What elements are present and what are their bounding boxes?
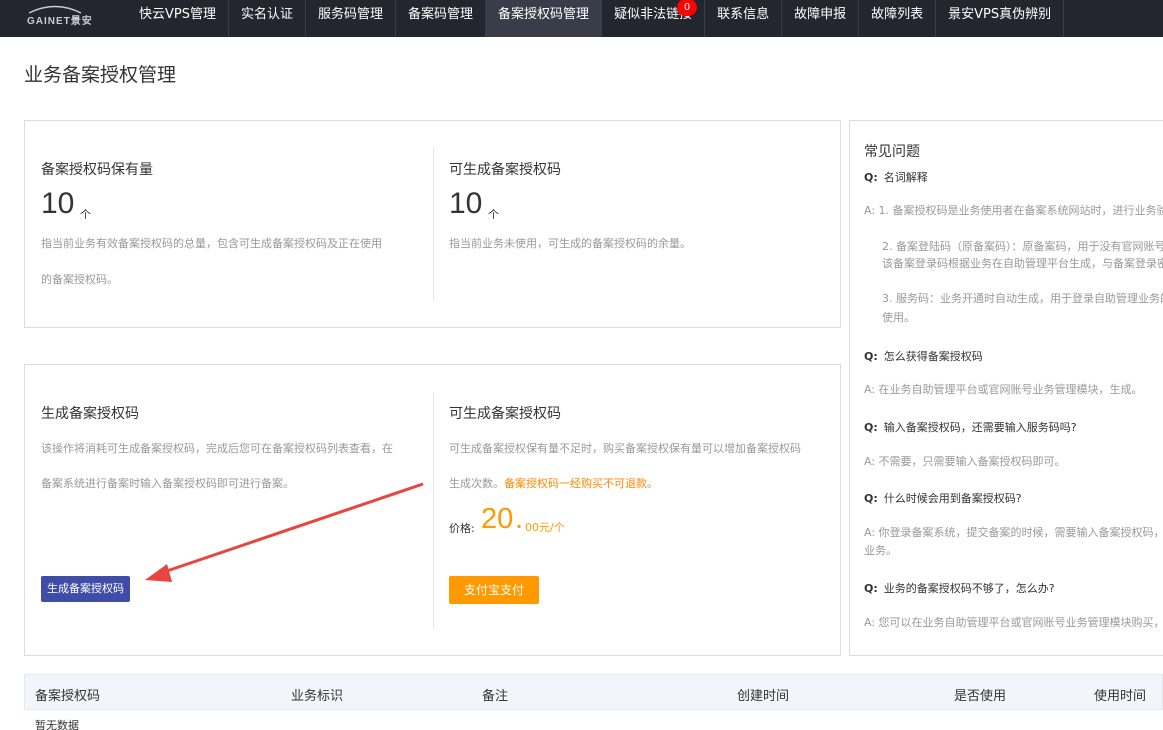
hold-value: 10 <box>41 187 75 220</box>
faq-answer: 业务。 <box>864 544 897 557</box>
nav-item-record-auth-code[interactable]: 备案授权码管理 <box>486 0 603 37</box>
column-header-in-use: 是否使用 <box>954 689 1007 704</box>
generate-desc-2: 备案系统进行备案时输入备案授权码即可进行备案。 <box>41 477 294 490</box>
action-panel: 生成备案授权码 该操作将消耗可生成备案授权码，完成后您可在备案授权码列表查看，在… <box>24 364 841 656</box>
notification-badge: 0 <box>677 0 698 16</box>
nav-item-vps[interactable]: 快云VPS管理 <box>127 0 229 37</box>
stats-panel: 备案授权码保有量 10 个 指当前业务有效备案授权码的总量，包含可生成备案授权码… <box>24 120 841 328</box>
nav-item-fault-report[interactable]: 故障申报 <box>782 0 860 37</box>
nav-item-realname[interactable]: 实名认证 <box>229 0 307 37</box>
available-value: 10 <box>449 187 483 220</box>
faq-panel: 常见问题 Q: 名词解释 A: 1. 备案授权码是业务使用者在备案系统网站时，进行… <box>849 120 1163 656</box>
available-unit: 个 <box>488 208 499 221</box>
column-divider <box>433 392 434 628</box>
faq-answer: A: 1. 备案授权码是业务使用者在备案系统网站时，进行业务验证 <box>864 204 1163 217</box>
price-decimal: 00元/个 <box>525 521 565 534</box>
top-nav: GAINET景安 快云VPS管理 实名认证 服务码管理 备案码管理 备案授权码管… <box>0 0 1163 37</box>
hold-unit: 个 <box>80 208 91 221</box>
price-dot: . <box>515 503 524 535</box>
nav-item-service-code[interactable]: 服务码管理 <box>306 0 397 37</box>
faq-answer: A: 您可以在业务自助管理平台或官网账号业务管理模块购买，20 <box>864 616 1163 629</box>
column-divider <box>433 148 434 300</box>
available-desc: 指当前业务未使用，可生成的备案授权码的余量。 <box>449 237 691 250</box>
column-header-auth-code: 备案授权码 <box>35 689 101 704</box>
faq-answer: A: 在业务自助管理平台或官网账号业务管理模块，生成。 <box>864 383 1143 396</box>
generate-title: 生成备案授权码 <box>41 406 139 422</box>
purchase-desc-2: 生成次数。备案授权码一经购买不可退款。 <box>449 475 658 491</box>
faq-answer: 该备案登录码根据业务在自助管理平台生成，与备案登录密 <box>882 257 1163 270</box>
logo-text: GAINET景安 <box>27 16 93 27</box>
purchase-desc-suffix: 。 <box>647 477 658 490</box>
nav-item-record-code[interactable]: 备案码管理 <box>396 0 487 37</box>
faq-question: Q: 业务的备案授权码不够了，怎么办? <box>864 582 1055 595</box>
faq-title: 常见问题 <box>864 144 920 160</box>
faq-answer: A: 你登录备案系统，提交备案的时候，需要输入备案授权码，以 <box>864 526 1163 539</box>
hold-desc-2: 的备案授权码。 <box>41 273 118 286</box>
faq-question: Q: 名词解释 <box>864 171 928 184</box>
available-title: 可生成备案授权码 <box>449 162 561 178</box>
nav-item-vps-verify[interactable]: 景安VPS真伪辨别 <box>936 0 1065 37</box>
column-header-used-time: 使用时间 <box>1094 689 1147 704</box>
auth-code-table-header: 备案授权码 业务标识 备注 创建时间 是否使用 使用时间 <box>24 674 1163 710</box>
purchase-desc: 可生成备案授权保有量不足时，购买备案授权保有量可以增加备案授权码 <box>449 442 801 455</box>
refund-warning: 备案授权码一经购买不可退款 <box>504 477 647 490</box>
column-header-business-id: 业务标识 <box>291 689 344 704</box>
empty-table-message: 暂无数据 <box>35 719 79 730</box>
generate-desc: 该操作将消耗可生成备案授权码，完成后您可在备案授权码列表查看，在 <box>41 442 393 455</box>
purchase-desc-prefix: 生成次数。 <box>449 477 504 490</box>
logo[interactable]: GAINET景安 <box>0 0 115 37</box>
price-integer: 20 <box>481 503 514 535</box>
faq-question: Q: 怎么获得备案授权码 <box>864 350 983 363</box>
faq-answer: A: 不需要，只需要输入备案授权码即可。 <box>864 455 1066 468</box>
nav-item-fault-list[interactable]: 故障列表 <box>859 0 937 37</box>
nav-item-contact[interactable]: 联系信息 <box>705 0 783 37</box>
purchase-title: 可生成备案授权码 <box>449 406 561 422</box>
price-label: 价格: <box>449 522 475 535</box>
faq-answer: 使用。 <box>882 311 915 324</box>
alipay-button[interactable]: 支付宝支付 <box>449 576 539 604</box>
nav-item-illegal-links[interactable]: 疑似非法链接 0 <box>602 0 706 37</box>
column-header-remark: 备注 <box>482 689 509 704</box>
faq-answer: 3. 服务码：业务开通时自动生成，用于登录自助管理业务的 <box>882 292 1163 305</box>
column-header-created-time: 创建时间 <box>737 689 790 704</box>
hold-desc: 指当前业务有效备案授权码的总量，包含可生成备案授权码及正在使用 <box>41 237 382 250</box>
page-title: 业务备案授权管理 <box>24 64 177 86</box>
faq-question: Q: 输入备案授权码，还需要输入服务码吗? <box>864 421 1077 434</box>
generate-auth-code-button[interactable]: 生成备案授权码 <box>41 576 130 602</box>
faq-question: Q: 什么时候会用到备案授权码? <box>864 492 1022 505</box>
hold-title: 备案授权码保有量 <box>41 162 153 178</box>
